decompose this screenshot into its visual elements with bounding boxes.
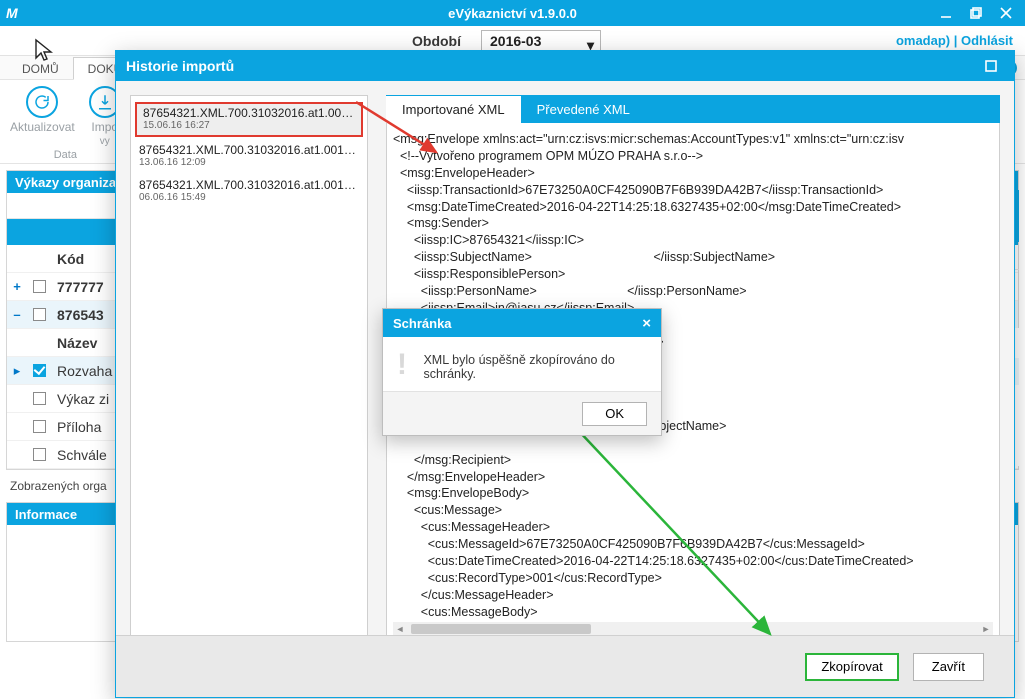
import-filename: 87654321.XML.700.31032016.at1.001.xml [139,178,359,192]
tab-imported-xml[interactable]: Importované XML [386,96,521,123]
scroll-thumb[interactable] [411,624,591,634]
exclamation-icon: ! [397,353,411,377]
modal-footer: Zkopírovat Zavřít [116,635,1014,697]
import-item[interactable]: 87654321.XML.700.31032016.at1.001.xml 15… [135,102,363,137]
import-filedate: 15.06.16 16:27 [143,120,355,131]
close-button[interactable]: Zavřít [913,653,984,681]
modal-maximize-icon[interactable] [978,57,1004,75]
import-filename: 87654321.XML.700.31032016.at1.001.xml [143,106,355,120]
messagebox-titlebar: Schránka × [383,309,661,337]
modal-titlebar: Historie importů [116,51,1014,81]
import-filedate: 06.06.16 15:49 [139,192,359,203]
import-list: 87654321.XML.700.31032016.at1.001.xml 15… [130,95,368,641]
copy-button[interactable]: Zkopírovat [805,653,898,681]
import-filedate: 13.06.16 12:09 [139,157,359,168]
import-item[interactable]: 87654321.XML.700.31032016.at1.001.xml 13… [131,139,367,174]
import-filename: 87654321.XML.700.31032016.at1.001.xml [139,143,359,157]
scroll-right-icon[interactable]: ► [979,624,993,634]
ok-button[interactable]: OK [582,402,647,426]
clipboard-messagebox: Schránka × ! XML bylo úspěšně zkopírován… [382,308,662,436]
messagebox-close-icon[interactable]: × [642,315,651,332]
horizontal-scrollbar[interactable]: ◄ ► [393,622,993,636]
modal-title: Historie importů [126,58,234,74]
messagebox-title: Schránka [393,316,452,331]
import-item[interactable]: 87654321.XML.700.31032016.at1.001.xml 06… [131,174,367,209]
scroll-left-icon[interactable]: ◄ [393,624,407,634]
messagebox-text: XML bylo úspěšně zkopírováno do schránky… [423,353,647,381]
xml-tabs: Importované XML Převedené XML [386,95,1000,123]
tab-converted-xml[interactable]: Převedené XML [521,96,646,123]
